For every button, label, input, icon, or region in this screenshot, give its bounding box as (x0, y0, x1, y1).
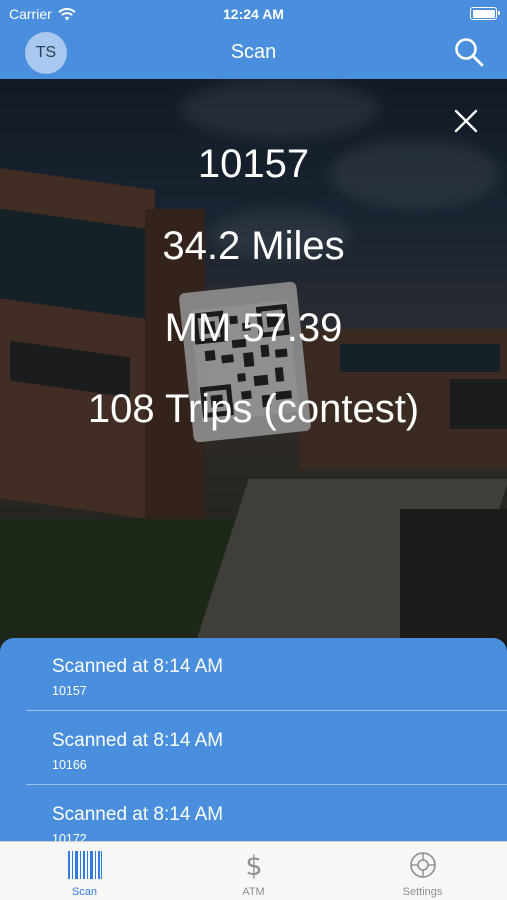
scan-history-row[interactable]: Scanned at 8:14 AM 10157 (26, 638, 507, 711)
tab-scan[interactable]: Scan (0, 842, 169, 900)
svg-text:$: $ (245, 851, 262, 880)
scan-time-label: Scanned at 8:14 AM (52, 656, 224, 677)
scan-code-label: 10166 (52, 758, 87, 772)
navigation-bar: TS Scan (0, 28, 507, 79)
scan-time-label: Scanned at 8:14 AM (52, 804, 224, 825)
tab-bar: Scan $ ATM Settings (0, 841, 507, 900)
scanned-code: 10157 (197, 142, 310, 186)
scan-time-label: Scanned at 8:14 AM (52, 730, 224, 751)
scan-history-row[interactable]: Scanned at 8:14 AM 10166 (26, 712, 507, 785)
scan-code-label: 10172 (52, 832, 87, 841)
trip-count: 108 Trips (contest) (87, 387, 420, 431)
scan-history-sheet[interactable]: Scanned at 8:14 AM 10157 Scanned at 8:14… (0, 638, 507, 841)
search-icon[interactable] (453, 36, 485, 68)
barcode-icon (67, 851, 102, 879)
dollar-icon: $ (245, 851, 262, 880)
scan-code-label: 10157 (52, 684, 87, 698)
mile-marker: MM 57.39 (164, 306, 343, 350)
page-title: Scan (230, 41, 277, 63)
gear-icon (409, 852, 436, 878)
battery-icon (470, 7, 500, 20)
tab-label: ATM (242, 886, 265, 898)
tab-settings[interactable]: Settings (338, 842, 507, 900)
status-time: 12:24 AM (223, 6, 284, 22)
tab-label: Scan (71, 886, 98, 898)
scan-history-row[interactable]: Scanned at 8:14 AM 10172 (26, 786, 507, 841)
tab-atm[interactable]: $ ATM (169, 842, 338, 900)
distance-miles: 34.2 Miles (162, 224, 345, 268)
tab-label: Settings (402, 886, 443, 898)
close-icon[interactable] (453, 108, 479, 134)
status-bar: Carrier 12:24 AM (0, 0, 507, 28)
